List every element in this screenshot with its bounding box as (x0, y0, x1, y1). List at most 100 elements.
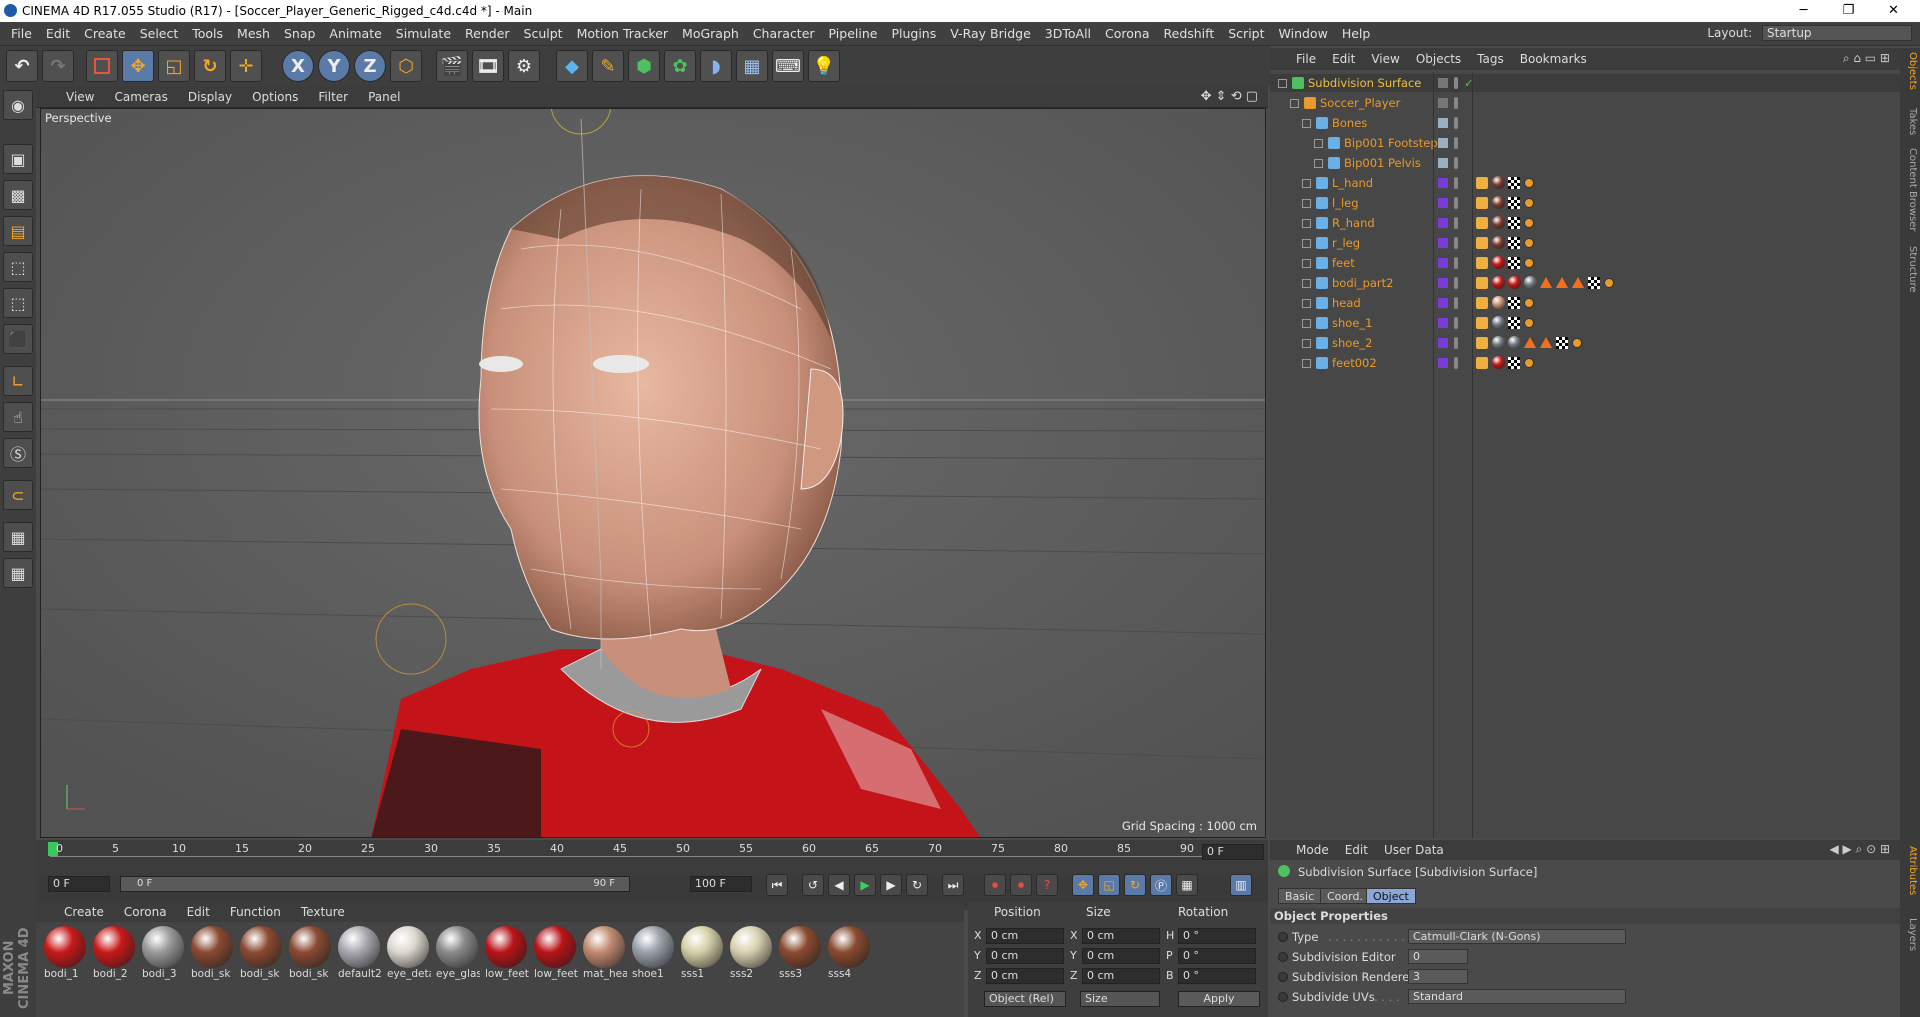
3d-viewport[interactable]: Perspective Grid Spacing : 1000 cm (40, 108, 1266, 838)
viewport-menu-view[interactable]: View (56, 86, 104, 108)
texture-tag-icon[interactable] (1508, 217, 1520, 229)
menu-edit[interactable]: Edit (39, 22, 77, 46)
attr-nav-icons[interactable]: ◀ ▶ ⌕ ⊙ ⊞ (1829, 842, 1890, 857)
texture-mode-icon[interactable]: ▩ (3, 180, 33, 210)
object-row[interactable]: Bones (1270, 114, 1900, 132)
x-axis-icon[interactable]: X (282, 50, 314, 82)
layer-swatch[interactable] (1438, 178, 1448, 188)
size-mode-dropdown[interactable]: Size (1080, 991, 1160, 1007)
menu-create[interactable]: Create (77, 22, 133, 46)
coordinate-mode-dropdown[interactable]: Object (Rel) (984, 991, 1066, 1007)
make-editable-icon[interactable]: ◉ (3, 90, 33, 120)
weight-tag-icon[interactable] (1524, 318, 1534, 328)
floor-icon[interactable]: ▦ (736, 50, 768, 82)
material-tag-icon[interactable] (1492, 256, 1505, 269)
texture-tag-icon[interactable] (1508, 317, 1520, 329)
material-tag-icon[interactable] (1492, 216, 1505, 229)
restore-button[interactable]: ❐ (1826, 0, 1871, 22)
pos-z-field[interactable]: 0 cm (986, 968, 1064, 984)
undo-icon[interactable]: ↶ (6, 50, 38, 82)
coordinate-system-icon[interactable]: ⬡ (390, 50, 422, 82)
pla-key-icon[interactable]: ▦ (1176, 874, 1198, 896)
expand-toggle-icon[interactable] (1290, 99, 1299, 108)
menu-motion-tracker[interactable]: Motion Tracker (570, 22, 675, 46)
object-row[interactable]: Bip001 Pelvis (1270, 154, 1900, 172)
parameter-key-icon[interactable]: Ⓟ (1150, 874, 1172, 896)
object-row[interactable]: shoe_2 (1270, 334, 1900, 352)
object-row[interactable]: l_leg (1270, 194, 1900, 212)
material-menu-texture[interactable]: Texture (291, 902, 355, 922)
polygons-mode-icon[interactable]: ⬛ (3, 324, 33, 354)
object-row[interactable]: Soccer_Player (1270, 94, 1900, 112)
object-menu-edit[interactable]: Edit (1324, 48, 1363, 70)
position-key-icon[interactable]: ✥ (1072, 874, 1094, 896)
texture-tag-icon[interactable] (1508, 357, 1520, 369)
phong-tag-icon[interactable] (1476, 337, 1488, 349)
rot-b-field[interactable]: 0 ° (1178, 968, 1256, 984)
visibility-dots-icon[interactable] (1454, 337, 1458, 349)
weight-tag-icon[interactable] (1524, 298, 1534, 308)
redo-icon[interactable]: ↷ (42, 50, 74, 82)
minimize-button[interactable]: ─ (1781, 0, 1826, 22)
material-swatch[interactable]: mat_hea (581, 926, 627, 986)
dock-tab-content-browser[interactable]: Content Browser (1902, 148, 1918, 231)
material-swatch[interactable]: sss1 (679, 926, 725, 986)
dock-tab-layers[interactable]: Layers (1902, 918, 1918, 951)
layer-swatch[interactable] (1438, 98, 1448, 108)
object-row[interactable]: shoe_1 (1270, 314, 1900, 332)
attr-menu-mode[interactable]: Mode (1288, 840, 1337, 860)
current-frame-field[interactable]: 0 F (1202, 844, 1264, 860)
material-swatch[interactable]: default2 (336, 926, 382, 986)
layer-swatch[interactable] (1438, 278, 1448, 288)
material-swatch[interactable]: shoe1 (630, 926, 676, 986)
material-tag-icon[interactable] (1524, 276, 1537, 289)
material-swatch[interactable]: bodi_1 (42, 926, 88, 986)
layer-swatch[interactable] (1438, 358, 1448, 368)
subdivision-surface-icon[interactable]: ⬢ (628, 50, 660, 82)
snap-icon[interactable]: Ⓢ (3, 438, 33, 468)
material-swatch[interactable]: sss3 (777, 926, 823, 986)
object-menu-file[interactable]: File (1288, 48, 1324, 70)
dock-tab-attributes[interactable]: Attributes (1902, 846, 1918, 895)
layer-swatch[interactable] (1438, 138, 1448, 148)
next-frame-icon[interactable]: ▶ (880, 874, 902, 896)
material-menu-create[interactable]: Create (54, 902, 114, 922)
viewport-menu-panel[interactable]: Panel (358, 86, 410, 108)
viewport-menu-display[interactable]: Display (178, 86, 242, 108)
viewport-menu-cameras[interactable]: Cameras (104, 86, 177, 108)
size-y-field[interactable]: 0 cm (1082, 948, 1160, 964)
go-to-start-icon[interactable]: ⏮ (766, 874, 788, 896)
texture-tag-icon[interactable] (1508, 297, 1520, 309)
expand-toggle-icon[interactable] (1302, 259, 1311, 268)
material-swatch[interactable]: low_feet (532, 926, 578, 986)
render-picture-viewer-icon[interactable]: 🎞 (472, 50, 504, 82)
viewport-menu-options[interactable]: Options (242, 86, 308, 108)
phong-tag-icon[interactable] (1476, 217, 1488, 229)
expand-toggle-icon[interactable] (1314, 139, 1323, 148)
renderer-anim-toggle[interactable] (1278, 972, 1288, 982)
rot-h-field[interactable]: 0 ° (1178, 928, 1256, 944)
menu-mesh[interactable]: Mesh (230, 22, 277, 46)
timeline-window-icon[interactable]: ▥ (1230, 874, 1252, 896)
expand-toggle-icon[interactable] (1302, 119, 1311, 128)
weight-tag-icon[interactable] (1524, 198, 1534, 208)
scale-icon[interactable]: ◱ (158, 50, 190, 82)
viewport-nav-icons[interactable]: ✥ ⇕ ⟲ ▢ (1201, 89, 1258, 104)
material-tag-icon[interactable] (1492, 176, 1505, 189)
expand-toggle-icon[interactable] (1314, 159, 1323, 168)
selection-tag-icon[interactable] (1540, 277, 1552, 288)
object-row[interactable]: R_hand (1270, 214, 1900, 232)
object-menu-tags[interactable]: Tags (1469, 48, 1512, 70)
material-tag-icon[interactable] (1492, 336, 1505, 349)
object-menu-bookmarks[interactable]: Bookmarks (1512, 48, 1595, 70)
menu-3dtoall[interactable]: 3DToAll (1038, 22, 1098, 46)
layer-swatch[interactable] (1438, 118, 1448, 128)
weight-tag-icon[interactable] (1524, 238, 1534, 248)
texture-tag-icon[interactable] (1508, 197, 1520, 209)
layer-swatch[interactable] (1438, 318, 1448, 328)
rotate-icon[interactable]: ↻ (194, 50, 226, 82)
selection-tag-icon[interactable] (1524, 337, 1536, 348)
visibility-dots-icon[interactable] (1454, 177, 1458, 189)
previous-frame-icon[interactable]: ◀ (828, 874, 850, 896)
timeline-ruler[interactable]: 0 5 10 15 20 25 30 35 40 45 50 55 60 65 … (36, 840, 1268, 878)
